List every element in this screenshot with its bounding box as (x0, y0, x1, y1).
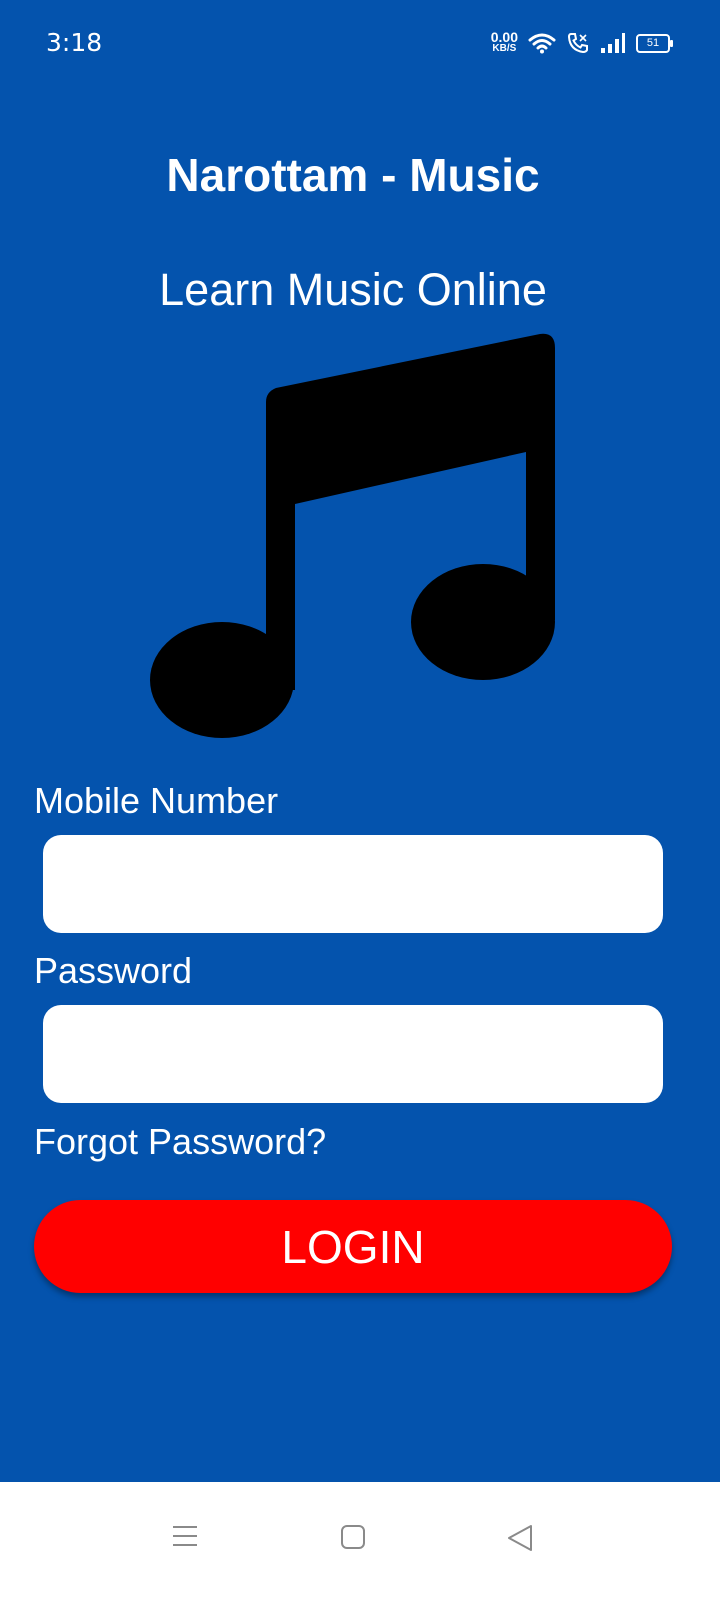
signal-icon (601, 33, 625, 53)
wifi-icon (528, 33, 556, 54)
password-label: Password (34, 950, 193, 991)
password-input[interactable] (43, 1005, 663, 1103)
app-title: Narottam - Music (166, 149, 540, 201)
mobile-number-input[interactable] (43, 835, 663, 933)
home-icon[interactable] (340, 1524, 366, 1550)
mobile-number-label: Mobile Number (34, 780, 279, 821)
menu-icon[interactable] (172, 1524, 198, 1548)
status-time: 3:18 (46, 28, 103, 57)
battery-level: 51 (646, 37, 660, 49)
network-speed-value: 0.00 (490, 29, 518, 45)
music-note-icon (150, 333, 555, 738)
status-bar: 3:18 0.00 KB/S 51 (0, 0, 720, 90)
forgot-password-link[interactable]: Forgot Password? (34, 1121, 326, 1163)
volte-call-icon (567, 33, 588, 54)
network-speed-unit: KB/S (492, 43, 517, 54)
status-icons: 0.00 KB/S 51 (490, 28, 673, 58)
battery-icon: 51 (636, 33, 673, 53)
network-speed: 0.00 KB/S (490, 29, 518, 55)
app-subtitle: Learn Music Online (159, 264, 547, 315)
back-icon[interactable] (507, 1524, 533, 1552)
login-button[interactable]: LOGIN (34, 1200, 672, 1293)
navigation-bar (0, 1482, 720, 1600)
